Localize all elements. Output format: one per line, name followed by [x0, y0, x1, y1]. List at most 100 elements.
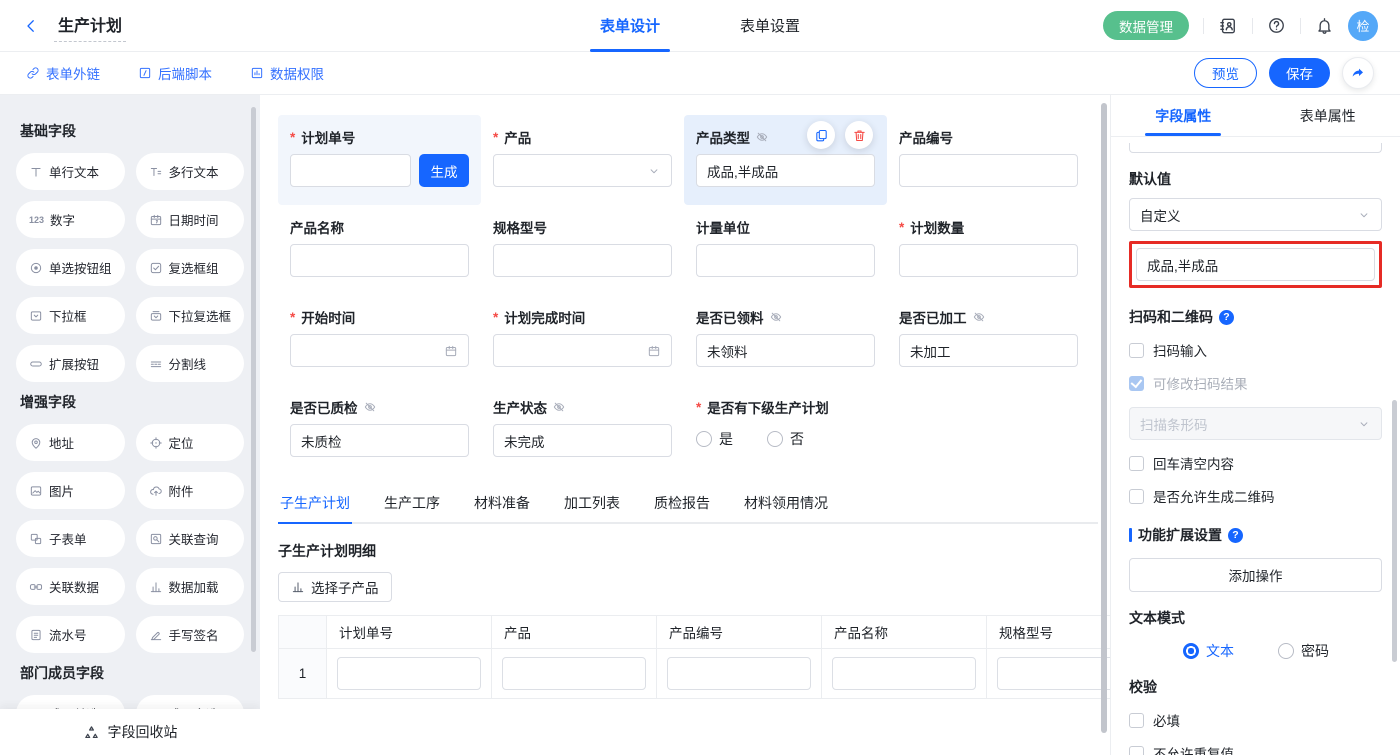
tab-material-usage[interactable]: 材料领用情况: [742, 487, 830, 522]
field-type-relation-data[interactable]: 关联数据: [16, 568, 125, 605]
preview-button[interactable]: 预览: [1194, 58, 1257, 88]
enter-clear-checkbox[interactable]: 回车清空内容: [1129, 453, 1382, 473]
help-icon[interactable]: ?: [1228, 528, 1243, 543]
checkbox: [1129, 713, 1144, 728]
delete-field-button[interactable]: [845, 121, 873, 149]
cell-input[interactable]: [667, 657, 811, 690]
data-manage-button[interactable]: 数据管理: [1103, 11, 1189, 40]
generate-button[interactable]: 生成: [419, 154, 469, 187]
field-has-sub-plan[interactable]: *是否有下级生产计划 是 否: [684, 385, 1090, 475]
field-spec-model[interactable]: 规格型号: [481, 205, 684, 295]
field-type-address[interactable]: 地址: [16, 424, 125, 461]
tab-form-properties[interactable]: 表单属性: [1256, 95, 1400, 136]
default-value-mode-select[interactable]: 自定义: [1129, 198, 1382, 231]
radio-yes[interactable]: 是: [696, 429, 733, 449]
default-value-input[interactable]: 成品,半成品: [1136, 248, 1375, 281]
field-material-picked[interactable]: 是否已领料 未领料: [684, 295, 887, 385]
tab-field-properties[interactable]: 字段属性: [1111, 95, 1256, 136]
field-processed[interactable]: 是否已加工 未加工: [887, 295, 1090, 385]
field-plan-finish-time[interactable]: *计划完成时间: [481, 295, 684, 385]
share-button[interactable]: [1342, 57, 1374, 89]
text-mode-password-radio[interactable]: 密码: [1278, 641, 1329, 661]
cell-input[interactable]: [337, 657, 481, 690]
avatar[interactable]: 检: [1348, 11, 1378, 41]
tab-quality-report[interactable]: 质检报告: [652, 487, 712, 522]
required-checkbox[interactable]: 必填: [1129, 710, 1382, 730]
tab-processing-list[interactable]: 加工列表: [562, 487, 622, 522]
tab-form-settings[interactable]: 表单设置: [730, 0, 810, 52]
spec-model-input[interactable]: [493, 244, 672, 277]
field-production-status[interactable]: 生产状态 未完成: [481, 385, 684, 475]
field-product-type-selected[interactable]: 产品类型 成品,半成品: [684, 115, 887, 205]
field-type-single-line-text[interactable]: 单行文本: [16, 153, 125, 190]
field-start-time[interactable]: *开始时间: [278, 295, 481, 385]
field-type-number[interactable]: 123数字: [16, 201, 125, 238]
field-type-location[interactable]: 定位: [136, 424, 245, 461]
field-type-signature[interactable]: 手写签名: [136, 616, 245, 653]
radio-no[interactable]: 否: [767, 429, 804, 449]
field-type-image[interactable]: 图片: [16, 472, 125, 509]
form-external-link[interactable]: 表单外链: [26, 63, 100, 83]
material-picked-input[interactable]: 未领料: [696, 334, 875, 367]
notification-bell-icon[interactable]: [1315, 16, 1334, 35]
tab-production-process[interactable]: 生产工序: [382, 487, 442, 522]
text-mode-text-radio[interactable]: 文本: [1183, 641, 1234, 661]
production-status-input[interactable]: 未完成: [493, 424, 672, 457]
cell-input[interactable]: [502, 657, 646, 690]
finish-time-datepicker[interactable]: [493, 334, 672, 367]
unit-input[interactable]: [696, 244, 875, 277]
field-type-serial-number[interactable]: 流水号: [16, 616, 125, 653]
field-type-relation-query[interactable]: 关联查询: [136, 520, 245, 557]
field-type-attachment[interactable]: 附件: [136, 472, 245, 509]
field-product-code[interactable]: 产品编号: [887, 115, 1090, 205]
help-icon[interactable]: ?: [1219, 310, 1234, 325]
tab-material-preparation[interactable]: 材料准备: [472, 487, 532, 522]
field-type-data-load[interactable]: 数据加载: [136, 568, 245, 605]
field-type-divider[interactable]: 分割线: [136, 345, 245, 382]
field-product-name[interactable]: 产品名称: [278, 205, 481, 295]
field-unit[interactable]: 计量单位: [684, 205, 887, 295]
plan-quantity-input[interactable]: [899, 244, 1078, 277]
field-type-select[interactable]: 下拉框: [16, 297, 125, 334]
copy-field-button[interactable]: [807, 121, 835, 149]
field-recycle-bin[interactable]: 字段回收站: [0, 709, 260, 755]
field-type-radio-group[interactable]: 单选按钮组: [16, 249, 125, 286]
data-permission-link[interactable]: 数据权限: [250, 63, 324, 83]
cell-input[interactable]: [997, 657, 1110, 690]
contacts-book-icon[interactable]: [1218, 16, 1238, 36]
start-time-datepicker[interactable]: [290, 334, 469, 367]
quality-checked-input[interactable]: 未质检: [290, 424, 469, 457]
field-type-multi-line-text[interactable]: 多行文本: [136, 153, 245, 190]
scan-input-checkbox[interactable]: 扫码输入: [1129, 340, 1382, 360]
field-quality-checked[interactable]: 是否已质检 未质检: [278, 385, 481, 475]
processed-input[interactable]: 未加工: [899, 334, 1078, 367]
add-action-button[interactable]: 添加操作: [1129, 558, 1382, 592]
allow-qrcode-checkbox[interactable]: 是否允许生成二维码: [1129, 486, 1382, 506]
field-type-subform[interactable]: 子表单: [16, 520, 125, 557]
product-code-input[interactable]: [899, 154, 1078, 187]
field-type-datetime[interactable]: 日期时间: [136, 201, 245, 238]
backend-script-link[interactable]: 后端脚本: [138, 63, 212, 83]
product-type-input[interactable]: 成品,半成品: [696, 154, 875, 187]
plan-number-input[interactable]: [290, 154, 411, 187]
cell-input[interactable]: [832, 657, 976, 690]
field-plan-quantity[interactable]: *计划数量: [887, 205, 1090, 295]
no-duplicate-checkbox[interactable]: 不允许重复值: [1129, 743, 1382, 755]
canvas-scrollbar[interactable]: [1101, 103, 1107, 733]
help-icon[interactable]: [1267, 16, 1286, 35]
row-index: 1: [279, 649, 327, 699]
select-sub-product-button[interactable]: 选择子产品: [278, 572, 392, 602]
field-plan-number[interactable]: *计划单号 生成: [278, 115, 481, 205]
sidebar-scrollbar[interactable]: [251, 107, 256, 652]
back-button[interactable]: [22, 17, 40, 35]
panel-scrollbar[interactable]: [1392, 400, 1397, 662]
field-product[interactable]: *产品: [481, 115, 684, 205]
tab-form-design[interactable]: 表单设计: [590, 0, 670, 52]
product-name-input[interactable]: [290, 244, 469, 277]
product-select[interactable]: [493, 154, 672, 187]
tab-sub-production-plan[interactable]: 子生产计划: [278, 487, 352, 522]
save-button[interactable]: 保存: [1269, 58, 1330, 88]
field-type-multi-select[interactable]: 下拉复选框: [136, 297, 245, 334]
field-type-extend-button[interactable]: 扩展按钮: [16, 345, 125, 382]
field-type-checkbox-group[interactable]: 复选框组: [136, 249, 245, 286]
